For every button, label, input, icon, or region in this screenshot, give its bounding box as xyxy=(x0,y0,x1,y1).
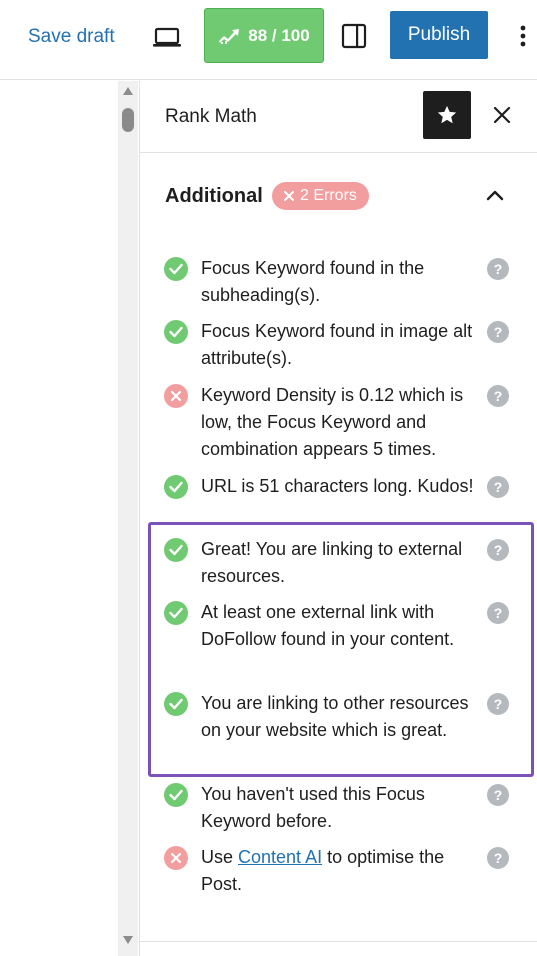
help-icon[interactable]: ? xyxy=(487,385,509,407)
check-text: Keyword Density is 0.12 which is low, th… xyxy=(201,385,464,459)
help-icon[interactable]: ? xyxy=(487,847,509,869)
check-ok-icon xyxy=(164,475,188,499)
star-icon xyxy=(437,105,457,124)
check-error-icon xyxy=(164,846,188,870)
editor-scrollbar[interactable] xyxy=(118,81,138,956)
check-text: At least one external link with DoFollow… xyxy=(201,602,455,649)
check-text: Focus Keyword found in image alt attribu… xyxy=(201,321,473,368)
additional-section-header[interactable]: Additional 2 Errors xyxy=(140,156,537,236)
check-ok-icon xyxy=(164,601,188,625)
panel-title: Rank Math xyxy=(165,106,257,127)
errors-badge-label: 2 Errors xyxy=(300,187,357,204)
preview-laptop-icon[interactable] xyxy=(152,24,182,52)
help-icon[interactable]: ? xyxy=(487,321,509,343)
scroll-up-arrow-icon[interactable] xyxy=(123,87,133,95)
pin-star-button[interactable] xyxy=(423,91,471,139)
check-text-before: Use xyxy=(201,847,239,867)
chevron-up-icon[interactable] xyxy=(484,186,506,204)
check-text: Use Content AI to optimise the Post. xyxy=(201,844,481,898)
check-ok-icon xyxy=(164,692,188,716)
scroll-down-arrow-icon[interactable] xyxy=(123,936,133,944)
close-icon xyxy=(493,106,511,124)
rank-math-panel: Rank Math Additional 2 Errors Focus Keyw… xyxy=(139,81,537,956)
errors-badge: 2 Errors xyxy=(272,182,369,210)
rank-math-logo-icon xyxy=(219,28,240,44)
help-icon[interactable]: ? xyxy=(487,258,509,280)
check-ok-icon xyxy=(164,257,188,281)
rank-math-score-button[interactable]: 88 / 100 xyxy=(204,8,324,63)
check-text: Great! You are linking to external resou… xyxy=(201,539,463,586)
content-ai-link[interactable]: Content AI xyxy=(238,847,322,867)
more-options-icon[interactable] xyxy=(516,22,530,50)
check-ok-icon xyxy=(164,783,188,807)
section-title: Additional xyxy=(165,185,263,207)
check-error-icon xyxy=(164,384,188,408)
check-text: You are linking to other resources on yo… xyxy=(201,693,469,740)
check-text: URL is 51 characters long. Kudos! xyxy=(201,476,474,496)
save-draft-button[interactable]: Save draft xyxy=(28,25,115,49)
error-x-icon xyxy=(284,191,294,201)
help-icon[interactable]: ? xyxy=(487,602,509,624)
check-ok-icon xyxy=(164,320,188,344)
check-text: You haven't used this Focus Keyword befo… xyxy=(201,784,425,831)
help-icon[interactable]: ? xyxy=(487,476,509,498)
sidebar-toggle-icon[interactable] xyxy=(341,23,367,49)
help-icon[interactable]: ? xyxy=(487,784,509,806)
panel-divider xyxy=(140,941,537,942)
panel-header: Rank Math xyxy=(140,81,537,153)
editor-canvas xyxy=(0,81,118,956)
help-icon[interactable]: ? xyxy=(487,539,509,561)
editor-toolbar: Save draft 88 / 100 Publish xyxy=(0,0,537,80)
publish-button[interactable]: Publish xyxy=(390,11,488,59)
check-ok-icon xyxy=(164,538,188,562)
help-icon[interactable]: ? xyxy=(487,693,509,715)
close-panel-button[interactable] xyxy=(490,103,514,127)
check-text: Focus Keyword found in the subheading(s)… xyxy=(201,258,425,305)
score-label: 88 / 100 xyxy=(248,25,310,45)
scrollbar-thumb[interactable] xyxy=(122,108,134,132)
